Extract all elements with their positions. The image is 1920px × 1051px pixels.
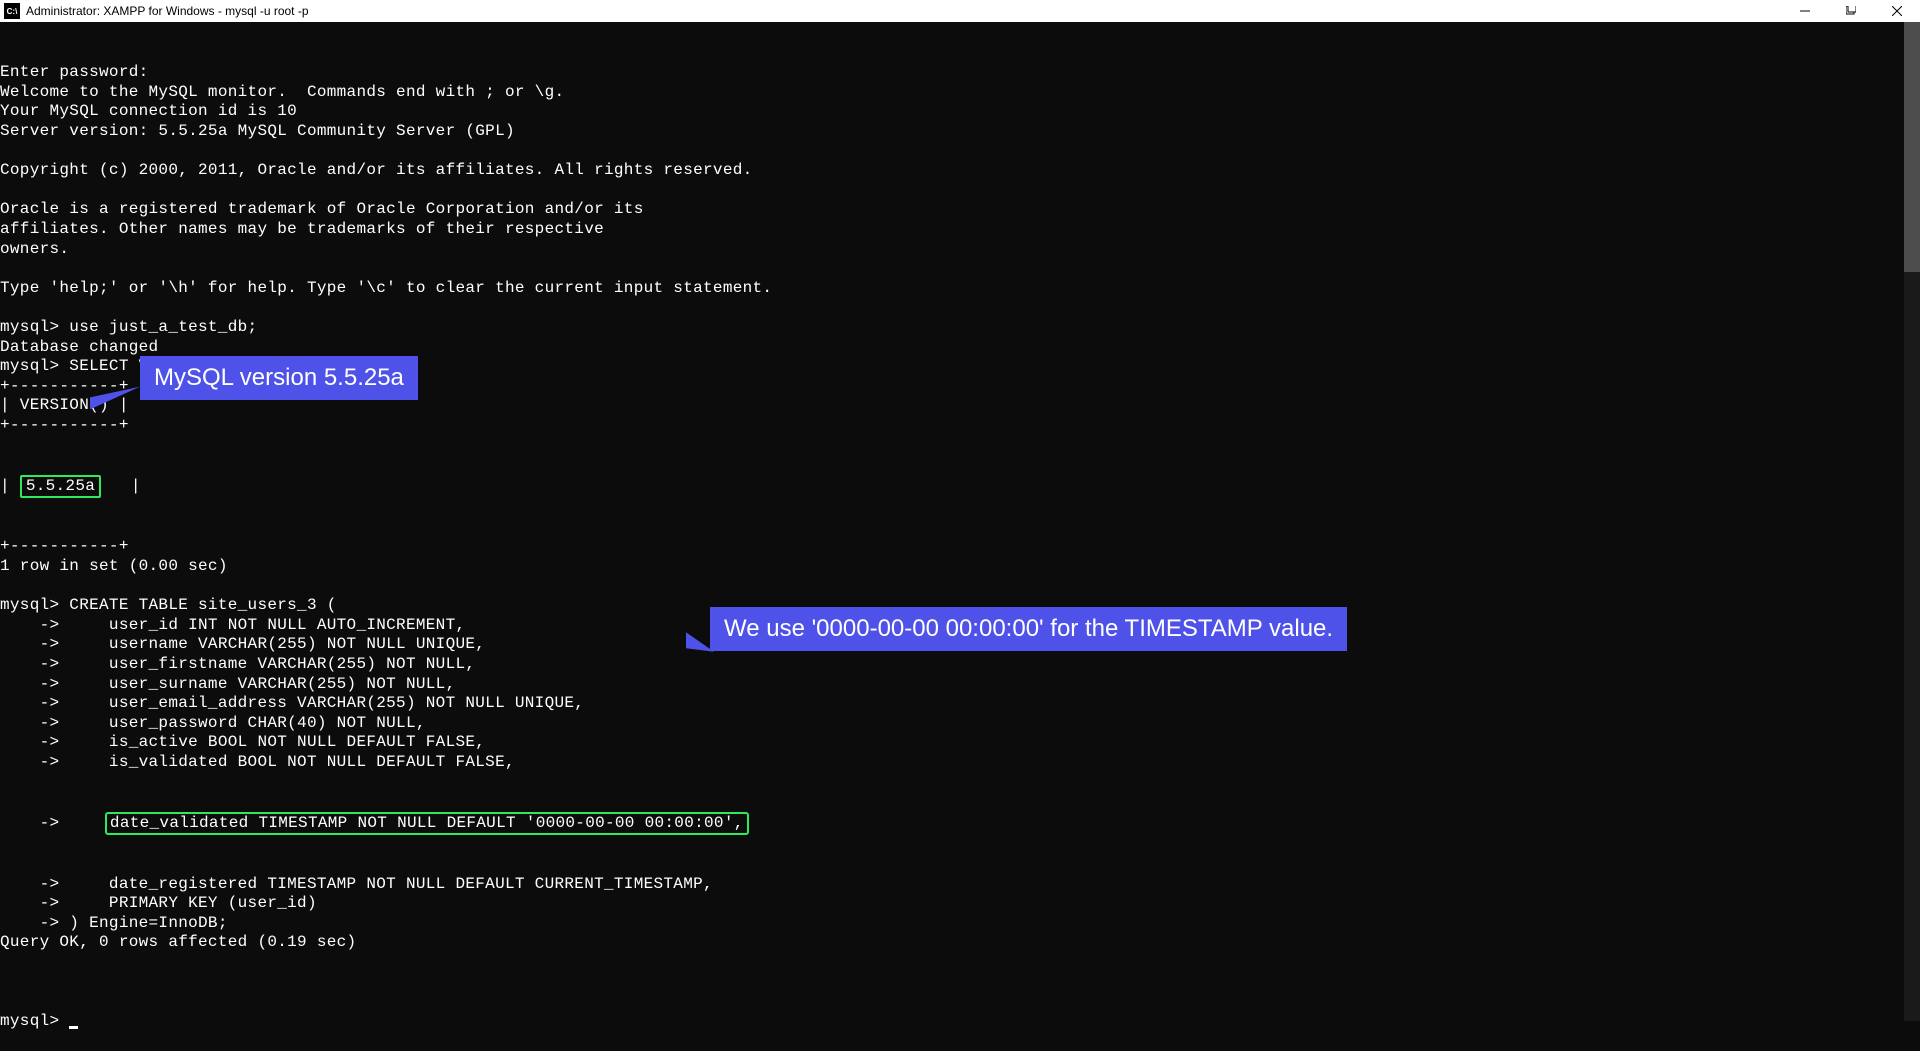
terminal-line: -> user_surname VARCHAR(255) NOT NULL, [0,675,1920,695]
terminal-line: +-----------+ [0,416,1920,436]
terminal-line [0,298,1920,318]
terminal-line: Query OK, 0 rows affected (0.19 sec) [0,933,1920,953]
minimize-button[interactable] [1782,0,1828,22]
timestamp-highlight: date_validated TIMESTAMP NOT NULL DEFAUL… [105,812,749,836]
terminal-line: -> ) Engine=InnoDB; [0,914,1920,934]
terminal-line: -> is_active BOOL NOT NULL DEFAULT FALSE… [0,733,1920,753]
maximize-button[interactable] [1828,0,1874,22]
terminal-line: 1 row in set (0.00 sec) [0,557,1920,577]
terminal-line [0,953,1920,973]
cmd-icon: C:\ [4,3,20,19]
scroll-thumb[interactable] [1904,22,1920,272]
terminal-line: Welcome to the MySQL monitor. Commands e… [0,83,1920,103]
terminal-line: affiliates. Other names may be trademark… [0,220,1920,240]
terminal-line: -> user_password CHAR(40) NOT NULL, [0,714,1920,734]
window-titlebar: C:\ Administrator: XAMPP for Windows - m… [0,0,1920,22]
terminal-line [0,259,1920,279]
callout-version: MySQL version 5.5.25a [140,356,418,400]
terminal-line: -> is_validated BOOL NOT NULL DEFAULT FA… [0,753,1920,773]
terminal-line: -> user_firstname VARCHAR(255) NOT NULL, [0,655,1920,675]
version-highlight: 5.5.25a [20,475,101,499]
terminal-line: mysql> use just_a_test_db; [0,318,1920,338]
terminal-line [0,142,1920,162]
terminal-line: Oracle is a registered trademark of Orac… [0,200,1920,220]
close-button[interactable] [1874,0,1920,22]
window-title: Administrator: XAMPP for Windows - mysql… [24,4,1782,18]
terminal-line: owners. [0,240,1920,260]
terminal-line: -> PRIMARY KEY (user_id) [0,894,1920,914]
terminal-line: Enter password: [0,63,1920,83]
terminal-line [0,577,1920,597]
terminal-line [0,181,1920,201]
prompt-line: mysql> [0,1012,1920,1032]
terminal-line: Database changed [0,338,1920,358]
window-controls [1782,0,1920,22]
terminal-line: -> user_email_address VARCHAR(255) NOT N… [0,694,1920,714]
terminal-line: +-----------+ [0,537,1920,557]
terminal-line: Your MySQL connection id is 10 [0,102,1920,122]
vertical-scrollbar[interactable] [1904,22,1920,1021]
terminal-output[interactable]: Enter password:Welcome to the MySQL moni… [0,22,1920,1051]
callout-timestamp: We use '0000-00-00 00:00:00' for the TIM… [710,607,1347,651]
highlighted-sql-line: -> date_validated TIMESTAMP NOT NULL DEF… [0,812,1920,836]
cursor [69,1026,78,1029]
terminal-line: -> date_registered TIMESTAMP NOT NULL DE… [0,875,1920,895]
version-row: | 5.5.25a | [0,475,1920,499]
terminal-line: Server version: 5.5.25a MySQL Community … [0,122,1920,142]
terminal-line: Type 'help;' or '\h' for help. Type '\c'… [0,279,1920,299]
terminal-line: Copyright (c) 2000, 2011, Oracle and/or … [0,161,1920,181]
